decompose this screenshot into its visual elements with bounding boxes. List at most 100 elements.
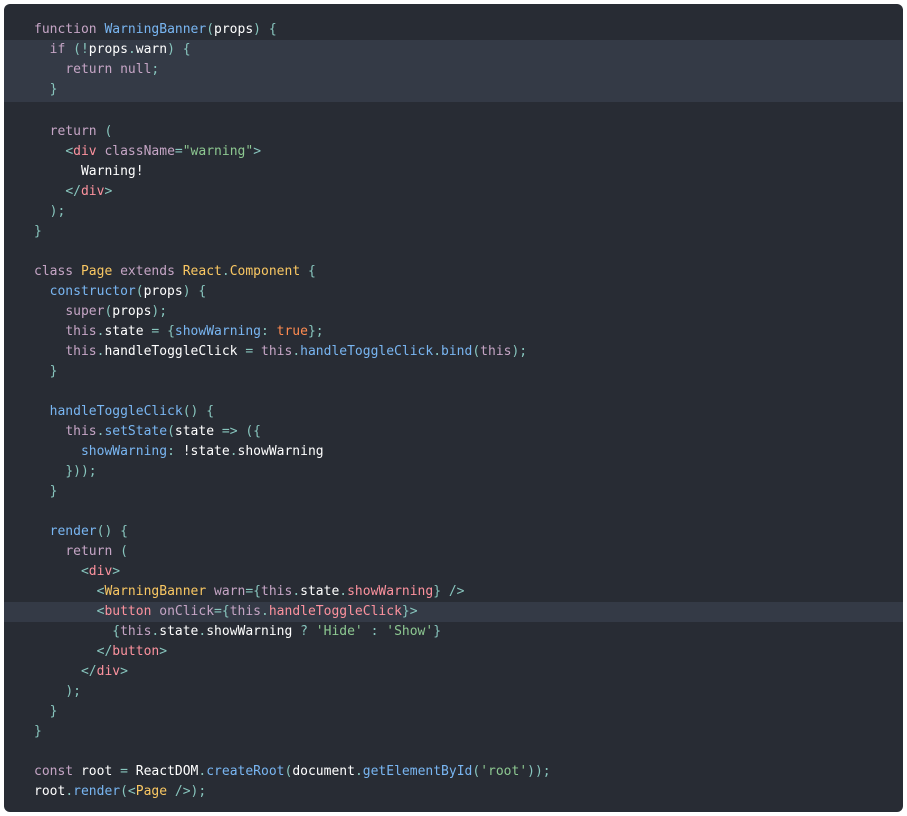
code-token: { — [307, 264, 316, 279]
code-line: <button onClick={this.handleToggleClick}… — [4, 602, 903, 622]
code-token: . — [127, 42, 136, 57]
code-token: this — [480, 344, 512, 359]
code-line: } — [4, 702, 903, 722]
code-token: this — [65, 424, 97, 439]
code-line: return ( — [4, 542, 903, 562]
code-line: render() { — [4, 522, 903, 542]
code-token: this — [261, 344, 293, 359]
code-token: render — [49, 524, 97, 539]
code-token: ReactDOM — [135, 764, 199, 779]
code-token: : — [167, 444, 183, 459]
code-token: handleToggleClick — [49, 404, 183, 419]
code-token: . — [292, 344, 301, 359]
code-token: WarningBanner — [104, 584, 215, 599]
code-token: ={ — [245, 584, 261, 599]
code-token: . — [261, 604, 269, 619]
code-line: return ( — [4, 122, 903, 142]
code-token: showWarning — [347, 584, 434, 599]
code-lines: function WarningBanner(props) { if (!pro… — [4, 20, 903, 802]
code-token: render — [73, 784, 121, 799]
code-token: ); — [65, 684, 81, 699]
code-token: this — [229, 604, 262, 619]
code-line: {this.state.showWarning ? 'Hide' : 'Show… — [4, 622, 903, 642]
code-token: ( — [472, 764, 481, 779]
code-token: ( — [206, 22, 215, 37]
code-token: } — [34, 724, 42, 739]
code-line: } — [4, 362, 903, 382]
code-line: class Page extends React.Component { — [4, 262, 903, 282]
code-token: ) { — [182, 284, 207, 299]
code-token: ; — [151, 62, 160, 77]
code-token: } — [49, 82, 58, 97]
code-token: className — [104, 144, 175, 159]
code-token: : — [261, 324, 277, 339]
code-token: showWarning — [237, 444, 324, 459]
code-token: </ — [80, 664, 97, 679]
code-token: ); — [151, 304, 168, 319]
code-line: super(props); — [4, 302, 903, 322]
code-token: ( — [135, 284, 144, 299]
code-token: true — [276, 324, 308, 339]
code-token: . — [65, 784, 74, 799]
code-line: if (!props.warn) { — [4, 40, 903, 60]
code-token: ) { — [253, 22, 277, 37]
code-token: }; — [307, 324, 324, 339]
code-token: : — [370, 624, 387, 639]
code-token: }> — [401, 604, 418, 619]
code-block: function WarningBanner(props) { if (!pro… — [4, 4, 903, 812]
code-token: )); — [527, 764, 551, 779]
code-line: </div> — [4, 662, 903, 682]
code-token: state — [159, 624, 199, 639]
code-token: > — [120, 664, 128, 679]
code-token: this — [261, 584, 293, 599]
code-token: constructor — [49, 284, 136, 299]
code-token: const — [34, 764, 81, 779]
code-token: null — [120, 62, 152, 77]
code-token: return — [65, 544, 121, 559]
code-token: div — [88, 564, 113, 579]
code-token: > — [104, 184, 113, 199]
code-line: function WarningBanner(props) { — [4, 20, 903, 40]
code-token: div — [73, 144, 105, 159]
code-token: showWarning — [80, 444, 168, 459]
code-token: props — [112, 304, 152, 319]
code-line: ); — [4, 682, 903, 702]
code-token: this — [65, 344, 97, 359]
code-token: Page — [80, 264, 121, 279]
code-token: ) { — [167, 42, 191, 57]
code-line: ); — [4, 202, 903, 222]
code-token: class — [34, 264, 81, 279]
code-token: ( — [104, 124, 113, 139]
code-token: onClick — [159, 604, 215, 619]
code-token: . — [354, 764, 363, 779]
code-token: . — [339, 584, 348, 599]
code-line: } — [4, 222, 903, 242]
code-token: root — [80, 764, 121, 779]
code-token: handleToggleClick — [300, 344, 434, 359]
code-token: . — [433, 344, 442, 359]
code-token: => ({ — [221, 424, 262, 439]
code-line: const root = ReactDOM. createRoot (documen… — [4, 762, 903, 782]
code-token: showWarning — [206, 624, 301, 639]
code-token: (< — [120, 784, 136, 799]
code-line: this.state = {showWarning: true}; — [4, 322, 903, 342]
code-line: handleToggleClick() { — [4, 402, 903, 422]
code-token: = { — [151, 324, 175, 339]
